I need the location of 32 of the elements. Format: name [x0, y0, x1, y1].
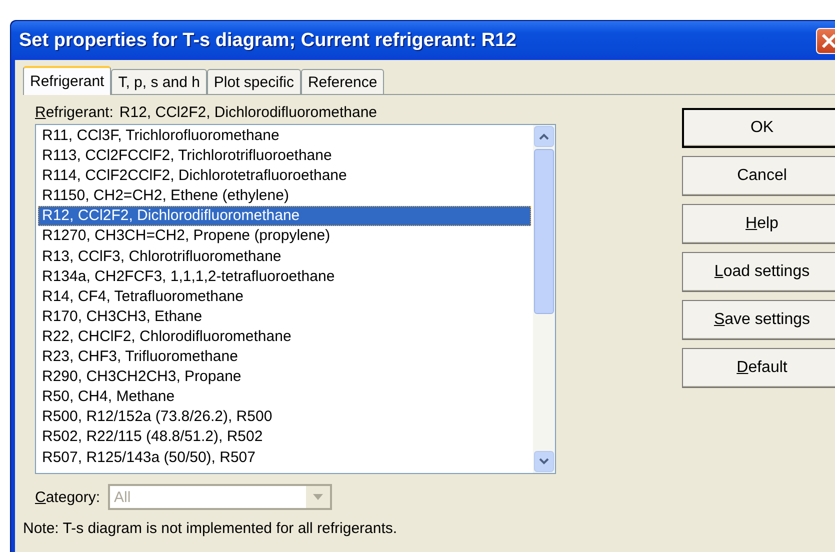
- tab[interactable]: Reference: [300, 69, 384, 94]
- field-label: Refrigerant:: [35, 104, 114, 120]
- list-item[interactable]: R507, R125/143a (50/50), R507: [38, 448, 531, 468]
- dialog-button[interactable]: Load settings: [682, 252, 835, 292]
- list-item[interactable]: R23, CHF3, Trifluoromethane: [38, 347, 531, 368]
- list-item[interactable]: R12, CCl2F2, Dichlorodifluoromethane: [38, 206, 531, 226]
- list-item[interactable]: R290, CH3CH2CH3, Propane: [38, 367, 531, 388]
- list-item[interactable]: R13, CClF3, Chlorotrifluoromethane: [38, 246, 531, 267]
- window-title: Set properties for T-s diagram; Current refrigerant: R12: [19, 30, 516, 52]
- current-refrigerant: R12, CCl2F2, Dichlorodifluoromethane: [119, 104, 378, 120]
- list-item[interactable]: R170, CH3CH3, Ethane: [38, 306, 531, 327]
- dialog-button[interactable]: OK: [682, 108, 835, 148]
- list-item[interactable]: R11, CCl3F, Trichlorofluoromethane: [38, 126, 531, 146]
- list-item[interactable]: R134a, CH2FCF3, 1,1,1,2-tetrafluoroethane: [38, 266, 531, 287]
- tab[interactable]: Refrigerant: [23, 66, 112, 95]
- list-item[interactable]: R1270, CH3CH=CH2, Propene (propylene): [38, 226, 531, 247]
- list-item[interactable]: R502, R22/115 (48.8/51.2), R502: [38, 427, 531, 448]
- list-item[interactable]: R22, CHClF2, Chlorodifluoromethane: [38, 326, 531, 348]
- list-item[interactable]: R1150, CH2=CH2, Ethene (ethylene): [38, 186, 531, 206]
- list-item[interactable]: R500, R12/152a (73.8/26.2), R500: [38, 407, 531, 428]
- note-text: Note: T-s diagram is not implemented for all refrigerants.: [23, 520, 398, 537]
- dialog-button[interactable]: Help: [682, 204, 835, 244]
- list-item[interactable]: R113, CCl2FCClF2, Trichlorotrifluoroethane: [38, 146, 531, 166]
- field-label: Category:: [35, 488, 100, 506]
- list-item[interactable]: R50, CH4, Methane: [38, 387, 531, 408]
- list-item[interactable]: R114, CClF2CClF2, Dichlorotetrafluoroethane: [38, 166, 531, 186]
- tab[interactable]: Plot specific: [206, 69, 301, 94]
- tab[interactable]: T, p, s and h: [111, 69, 207, 94]
- dialog-button[interactable]: Default: [682, 348, 835, 388]
- list-item[interactable]: R14, CF4, Tetrafluoromethane: [38, 286, 531, 307]
- dialog-button[interactable]: Save settings: [682, 300, 835, 340]
- dialog-button[interactable]: Cancel: [682, 156, 835, 196]
